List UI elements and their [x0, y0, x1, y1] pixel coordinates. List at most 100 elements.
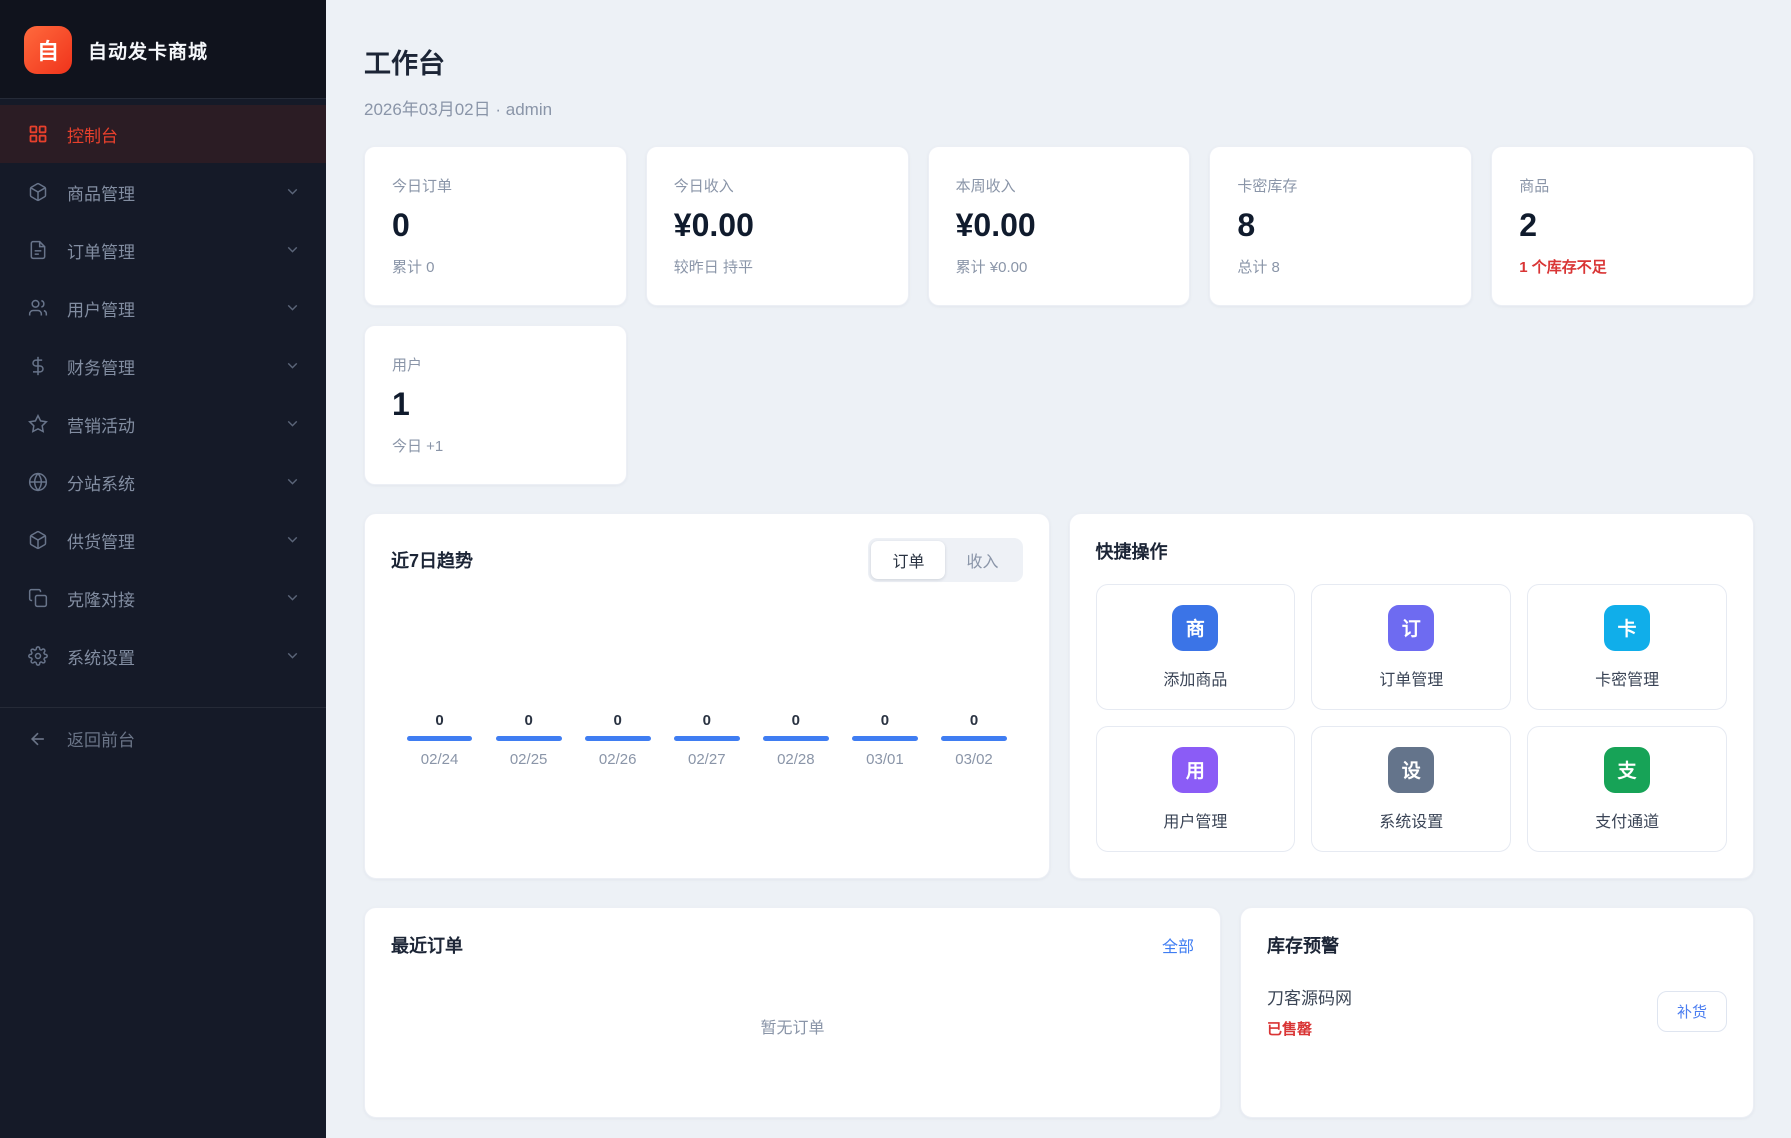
arrow-left-icon [27, 728, 49, 750]
stat-value: 1 [392, 386, 599, 423]
chevron-down-icon [284, 647, 302, 665]
stat-label: 本周收入 [956, 175, 1163, 196]
stat-sub: 累计 ¥0.00 [956, 256, 1163, 277]
sidebar-item-orders[interactable]: 订单管理 [0, 221, 326, 279]
stat-label: 今日订单 [392, 175, 599, 196]
chevron-down-icon [284, 473, 302, 491]
chart-column: 0 03/01 [840, 712, 929, 768]
stat-label: 今日收入 [674, 175, 881, 196]
chart-tick-label: 02/25 [510, 751, 548, 768]
users-icon [27, 297, 49, 319]
quick-action-user-management[interactable]: 用 用户管理 [1096, 726, 1296, 852]
chart-column: 0 02/24 [395, 712, 484, 768]
sidebar: 自 自动发卡商城 控制台 商品管理 订单管理 [0, 0, 326, 1138]
stat-card-today-orders: 今日订单 0 累计 0 [364, 146, 627, 306]
recent-orders-panel: 最近订单 全部 暂无订单 [364, 907, 1221, 1118]
copy-icon [27, 587, 49, 609]
chart-value: 0 [881, 712, 889, 729]
back-to-frontend-link[interactable]: 返回前台 [0, 707, 326, 769]
view-all-link[interactable]: 全部 [1162, 933, 1194, 957]
stat-sub: 累计 0 [392, 256, 599, 277]
stat-card-users: 用户 1 今日 +1 [364, 325, 627, 485]
stat-value: 0 [392, 207, 599, 244]
stat-value: 2 [1519, 207, 1726, 244]
chevron-down-icon [284, 183, 302, 201]
chevron-down-icon [284, 589, 302, 607]
sidebar-item-dashboard[interactable]: 控制台 [0, 105, 326, 163]
star-icon [27, 413, 49, 435]
sidebar-item-supply[interactable]: 供货管理 [0, 511, 326, 569]
tab-income[interactable]: 收入 [945, 541, 1019, 579]
quick-action-label: 支付通道 [1595, 808, 1659, 832]
sidebar-item-substation[interactable]: 分站系统 [0, 453, 326, 511]
gear-icon [27, 645, 49, 667]
globe-icon [27, 471, 49, 493]
sidebar-item-label: 用户管理 [67, 296, 266, 321]
chart-bar [585, 736, 651, 741]
main-content: 工作台 2026年03月02日 · admin 今日订单 0 累计 0 今日收入… [326, 0, 1791, 1138]
card-badge-icon: 卡 [1604, 605, 1650, 651]
stat-sub: 总计 8 [1237, 256, 1444, 277]
order-badge-icon: 订 [1388, 605, 1434, 651]
sidebar-item-label: 供货管理 [67, 528, 266, 553]
trend-chart-panel: 近7日趋势 订单 收入 0 02/24 0 02/25 0 [364, 513, 1050, 879]
chart-tick-label: 02/27 [688, 751, 726, 768]
chart-value: 0 [970, 712, 978, 729]
quick-actions-title: 快捷操作 [1096, 538, 1728, 564]
user-badge-icon: 用 [1172, 747, 1218, 793]
quick-action-system-settings[interactable]: 设 系统设置 [1311, 726, 1511, 852]
sidebar-item-settings[interactable]: 系统设置 [0, 627, 326, 685]
bar-chart: 0 02/24 0 02/25 0 02/26 0 02/27 [391, 582, 1023, 768]
back-link-label: 返回前台 [67, 726, 135, 751]
quick-action-add-product[interactable]: 商 添加商品 [1096, 584, 1296, 710]
chart-bar [941, 736, 1007, 741]
quick-action-label: 添加商品 [1163, 666, 1227, 690]
quick-actions-panel: 快捷操作 商 添加商品 订 订单管理 卡 卡密管理 用 用户管理 [1069, 513, 1755, 879]
chart-value: 0 [703, 712, 711, 729]
chevron-down-icon [284, 357, 302, 375]
box-icon [27, 181, 49, 203]
product-badge-icon: 商 [1172, 605, 1218, 651]
stat-value: 8 [1237, 207, 1444, 244]
stat-label: 用户 [392, 354, 599, 375]
trend-tab-group: 订单 收入 [868, 538, 1022, 582]
quick-action-order-management[interactable]: 订 订单管理 [1311, 584, 1511, 710]
sidebar-item-marketing[interactable]: 营销活动 [0, 395, 326, 453]
chart-bar [496, 736, 562, 741]
app-logo: 自 [24, 26, 72, 74]
chart-bar [852, 736, 918, 741]
stock-alert-item: 刀客源码网 已售罄 补货 [1267, 984, 1727, 1039]
app-logo-char: 自 [37, 34, 59, 66]
recent-orders-title: 最近订单 [391, 932, 463, 958]
chart-bar [674, 736, 740, 741]
stat-label: 卡密库存 [1237, 175, 1444, 196]
chart-column: 0 02/28 [751, 712, 840, 768]
quick-action-payment-channel[interactable]: 支 支付通道 [1527, 726, 1727, 852]
stock-alert-panel: 库存预警 刀客源码网 已售罄 补货 [1240, 907, 1754, 1118]
chevron-down-icon [284, 531, 302, 549]
stat-label: 商品 [1519, 175, 1726, 196]
empty-orders-text: 暂无订单 [391, 958, 1194, 1093]
sidebar-item-users[interactable]: 用户管理 [0, 279, 326, 337]
package-icon [27, 529, 49, 551]
sidebar-item-clone[interactable]: 克隆对接 [0, 569, 326, 627]
sidebar-item-finance[interactable]: 财务管理 [0, 337, 326, 395]
stat-sub: 较昨日 持平 [674, 256, 881, 277]
chart-column: 0 02/27 [662, 712, 751, 768]
chart-tick-label: 02/28 [777, 751, 815, 768]
settings-badge-icon: 设 [1388, 747, 1434, 793]
chart-tick-label: 02/26 [599, 751, 637, 768]
sidebar-item-label: 商品管理 [67, 180, 266, 205]
stat-card-card-stock: 卡密库存 8 总计 8 [1209, 146, 1472, 306]
tab-orders[interactable]: 订单 [871, 541, 945, 579]
chevron-down-icon [284, 241, 302, 259]
quick-action-card-management[interactable]: 卡 卡密管理 [1527, 584, 1727, 710]
payment-badge-icon: 支 [1604, 747, 1650, 793]
brand-header: 自 自动发卡商城 [0, 0, 326, 98]
quick-action-label: 系统设置 [1379, 808, 1443, 832]
stats-grid: 今日订单 0 累计 0 今日收入 ¥0.00 较昨日 持平 本周收入 ¥0.00… [364, 146, 1754, 485]
restock-button[interactable]: 补货 [1657, 991, 1727, 1032]
stat-card-products: 商品 2 1 个库存不足 [1491, 146, 1754, 306]
quick-action-label: 用户管理 [1163, 808, 1227, 832]
sidebar-item-products[interactable]: 商品管理 [0, 163, 326, 221]
